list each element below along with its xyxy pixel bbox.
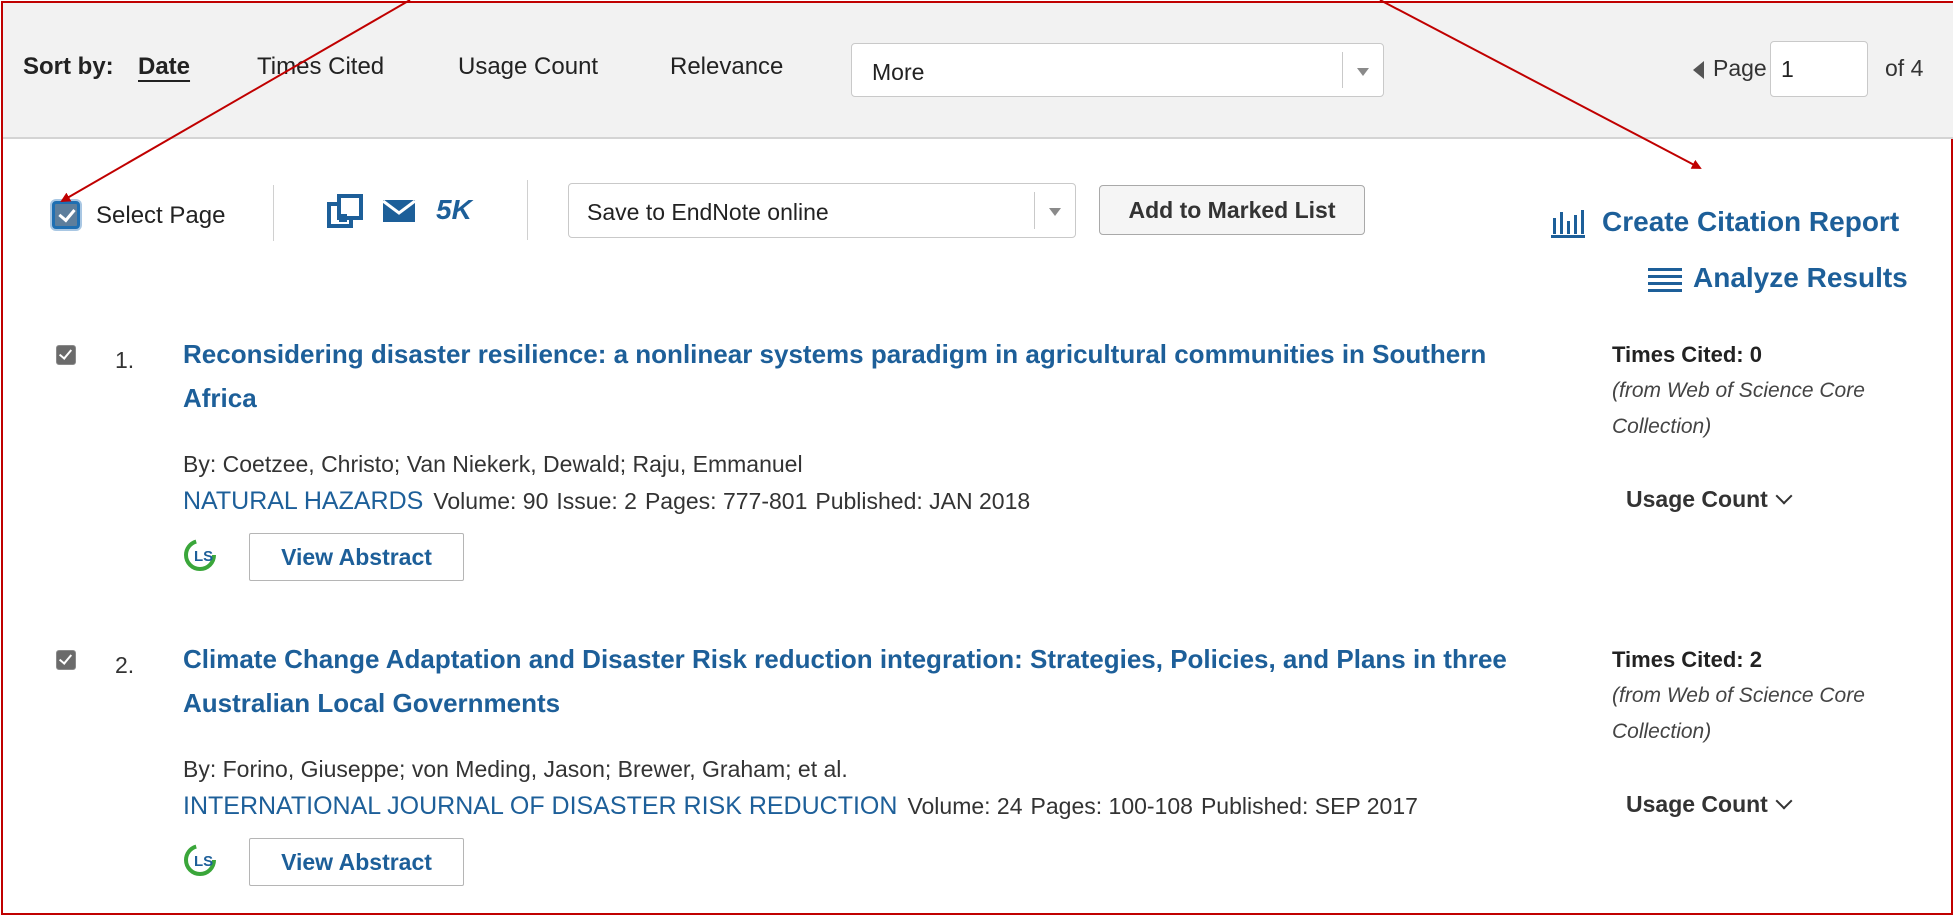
check-icon (58, 346, 73, 360)
record-authors: By: Coetzee, Christo; Van Niekerk, Dewal… (183, 451, 803, 477)
select-page-label: Select Page (96, 202, 226, 229)
sort-option-times-cited[interactable]: Times Cited (257, 53, 384, 81)
add-to-marked-list-button[interactable]: Add to Marked List (1099, 185, 1365, 235)
sort-option-date[interactable]: Date (138, 53, 190, 81)
previous-page-icon[interactable] (1693, 61, 1704, 79)
record-volume: Volume: 90 (433, 488, 549, 514)
check-icon (58, 204, 76, 223)
view-abstract-button[interactable]: View Abstract (249, 533, 464, 581)
cited-source-note: (from Web of Science Core Collection) (1612, 684, 1865, 743)
toolbar-divider (273, 185, 274, 241)
record-checkbox[interactable] (56, 650, 76, 670)
5k-export-link[interactable]: 5K (436, 194, 472, 226)
check-icon (58, 651, 73, 665)
analyze-results-label: Analyze Results (1693, 262, 1908, 293)
page-total: of 4 (1885, 55, 1924, 81)
usage-count-toggle[interactable]: Usage Count (1626, 791, 1793, 818)
sort-option-relevance[interactable]: Relevance (670, 53, 783, 81)
sort-bar: Sort by: Date Times Cited Usage Count Re… (3, 3, 1953, 139)
create-citation-report-label: Create Citation Report (1602, 206, 1900, 237)
print-icon[interactable] (327, 194, 363, 228)
record-published: Published: JAN 2018 (815, 488, 1031, 514)
record-pages: Pages: 777-801 (644, 488, 808, 514)
svg-text:LS: LS (194, 548, 213, 565)
record-title-link[interactable]: Climate Change Adaptation and Disaster R… (183, 637, 1523, 725)
usage-count-label: Usage Count (1626, 791, 1768, 817)
cited-source-note: (from Web of Science Core Collection) (1612, 379, 1865, 438)
more-sort-value: More (872, 59, 925, 85)
journal-link[interactable]: NATURAL HAZARDS (183, 487, 423, 515)
record-checkbox[interactable] (56, 345, 76, 365)
usage-count-toggle[interactable]: Usage Count (1626, 486, 1793, 513)
save-to-value: Save to EndNote online (587, 199, 829, 225)
svg-text:LS: LS (194, 853, 213, 870)
envelope-icon[interactable] (382, 199, 416, 223)
more-sort-select[interactable]: More (851, 43, 1384, 97)
journal-link[interactable]: INTERNATIONAL JOURNAL OF DISASTER RISK R… (183, 792, 897, 820)
record-authors: By: Forino, Giuseppe; von Meding, Jason;… (183, 756, 848, 782)
page-number-input[interactable] (1770, 41, 1868, 97)
sort-option-usage-count[interactable]: Usage Count (458, 53, 598, 81)
record-title-link[interactable]: Reconsidering disaster resilience: a non… (183, 332, 1523, 420)
toolbar-divider (527, 180, 528, 240)
dropdown-caret-icon (1049, 208, 1061, 216)
record-issue: Issue: 2 (556, 488, 637, 514)
select-divider (1342, 52, 1343, 88)
chevron-down-icon (1775, 487, 1793, 505)
record-source: INTERNATIONAL JOURNAL OF DISASTER RISK R… (183, 792, 1426, 821)
select-divider (1034, 192, 1035, 229)
list-lines-icon (1648, 268, 1682, 292)
save-to-select[interactable]: Save to EndNote online (568, 183, 1076, 238)
record-number: 1. (115, 347, 135, 373)
dropdown-caret-icon (1357, 68, 1369, 76)
select-page-checkbox[interactable] (52, 201, 80, 229)
view-abstract-button[interactable]: View Abstract (249, 838, 464, 886)
lifecycle-ls-icon[interactable]: LS (182, 842, 218, 878)
lifecycle-ls-icon[interactable]: LS (182, 537, 218, 573)
record-source: NATURAL HAZARDS Volume: 90 Issue: 2 Pages: … (183, 487, 1038, 516)
bar-chart-icon (1551, 210, 1585, 238)
chevron-down-icon (1775, 792, 1793, 810)
page-label: Page (1713, 55, 1767, 81)
record-volume: Volume: 24 (907, 793, 1023, 819)
times-cited[interactable]: Times Cited: 2 (1612, 647, 1762, 673)
record-published: Published: SEP 2017 (1200, 793, 1418, 819)
record-number: 2. (115, 652, 135, 678)
times-cited[interactable]: Times Cited: 0 (1612, 342, 1762, 368)
record-pages: Pages: 100-108 (1030, 793, 1193, 819)
sort-by-label: Sort by: (23, 53, 114, 80)
usage-count-label: Usage Count (1626, 486, 1768, 512)
